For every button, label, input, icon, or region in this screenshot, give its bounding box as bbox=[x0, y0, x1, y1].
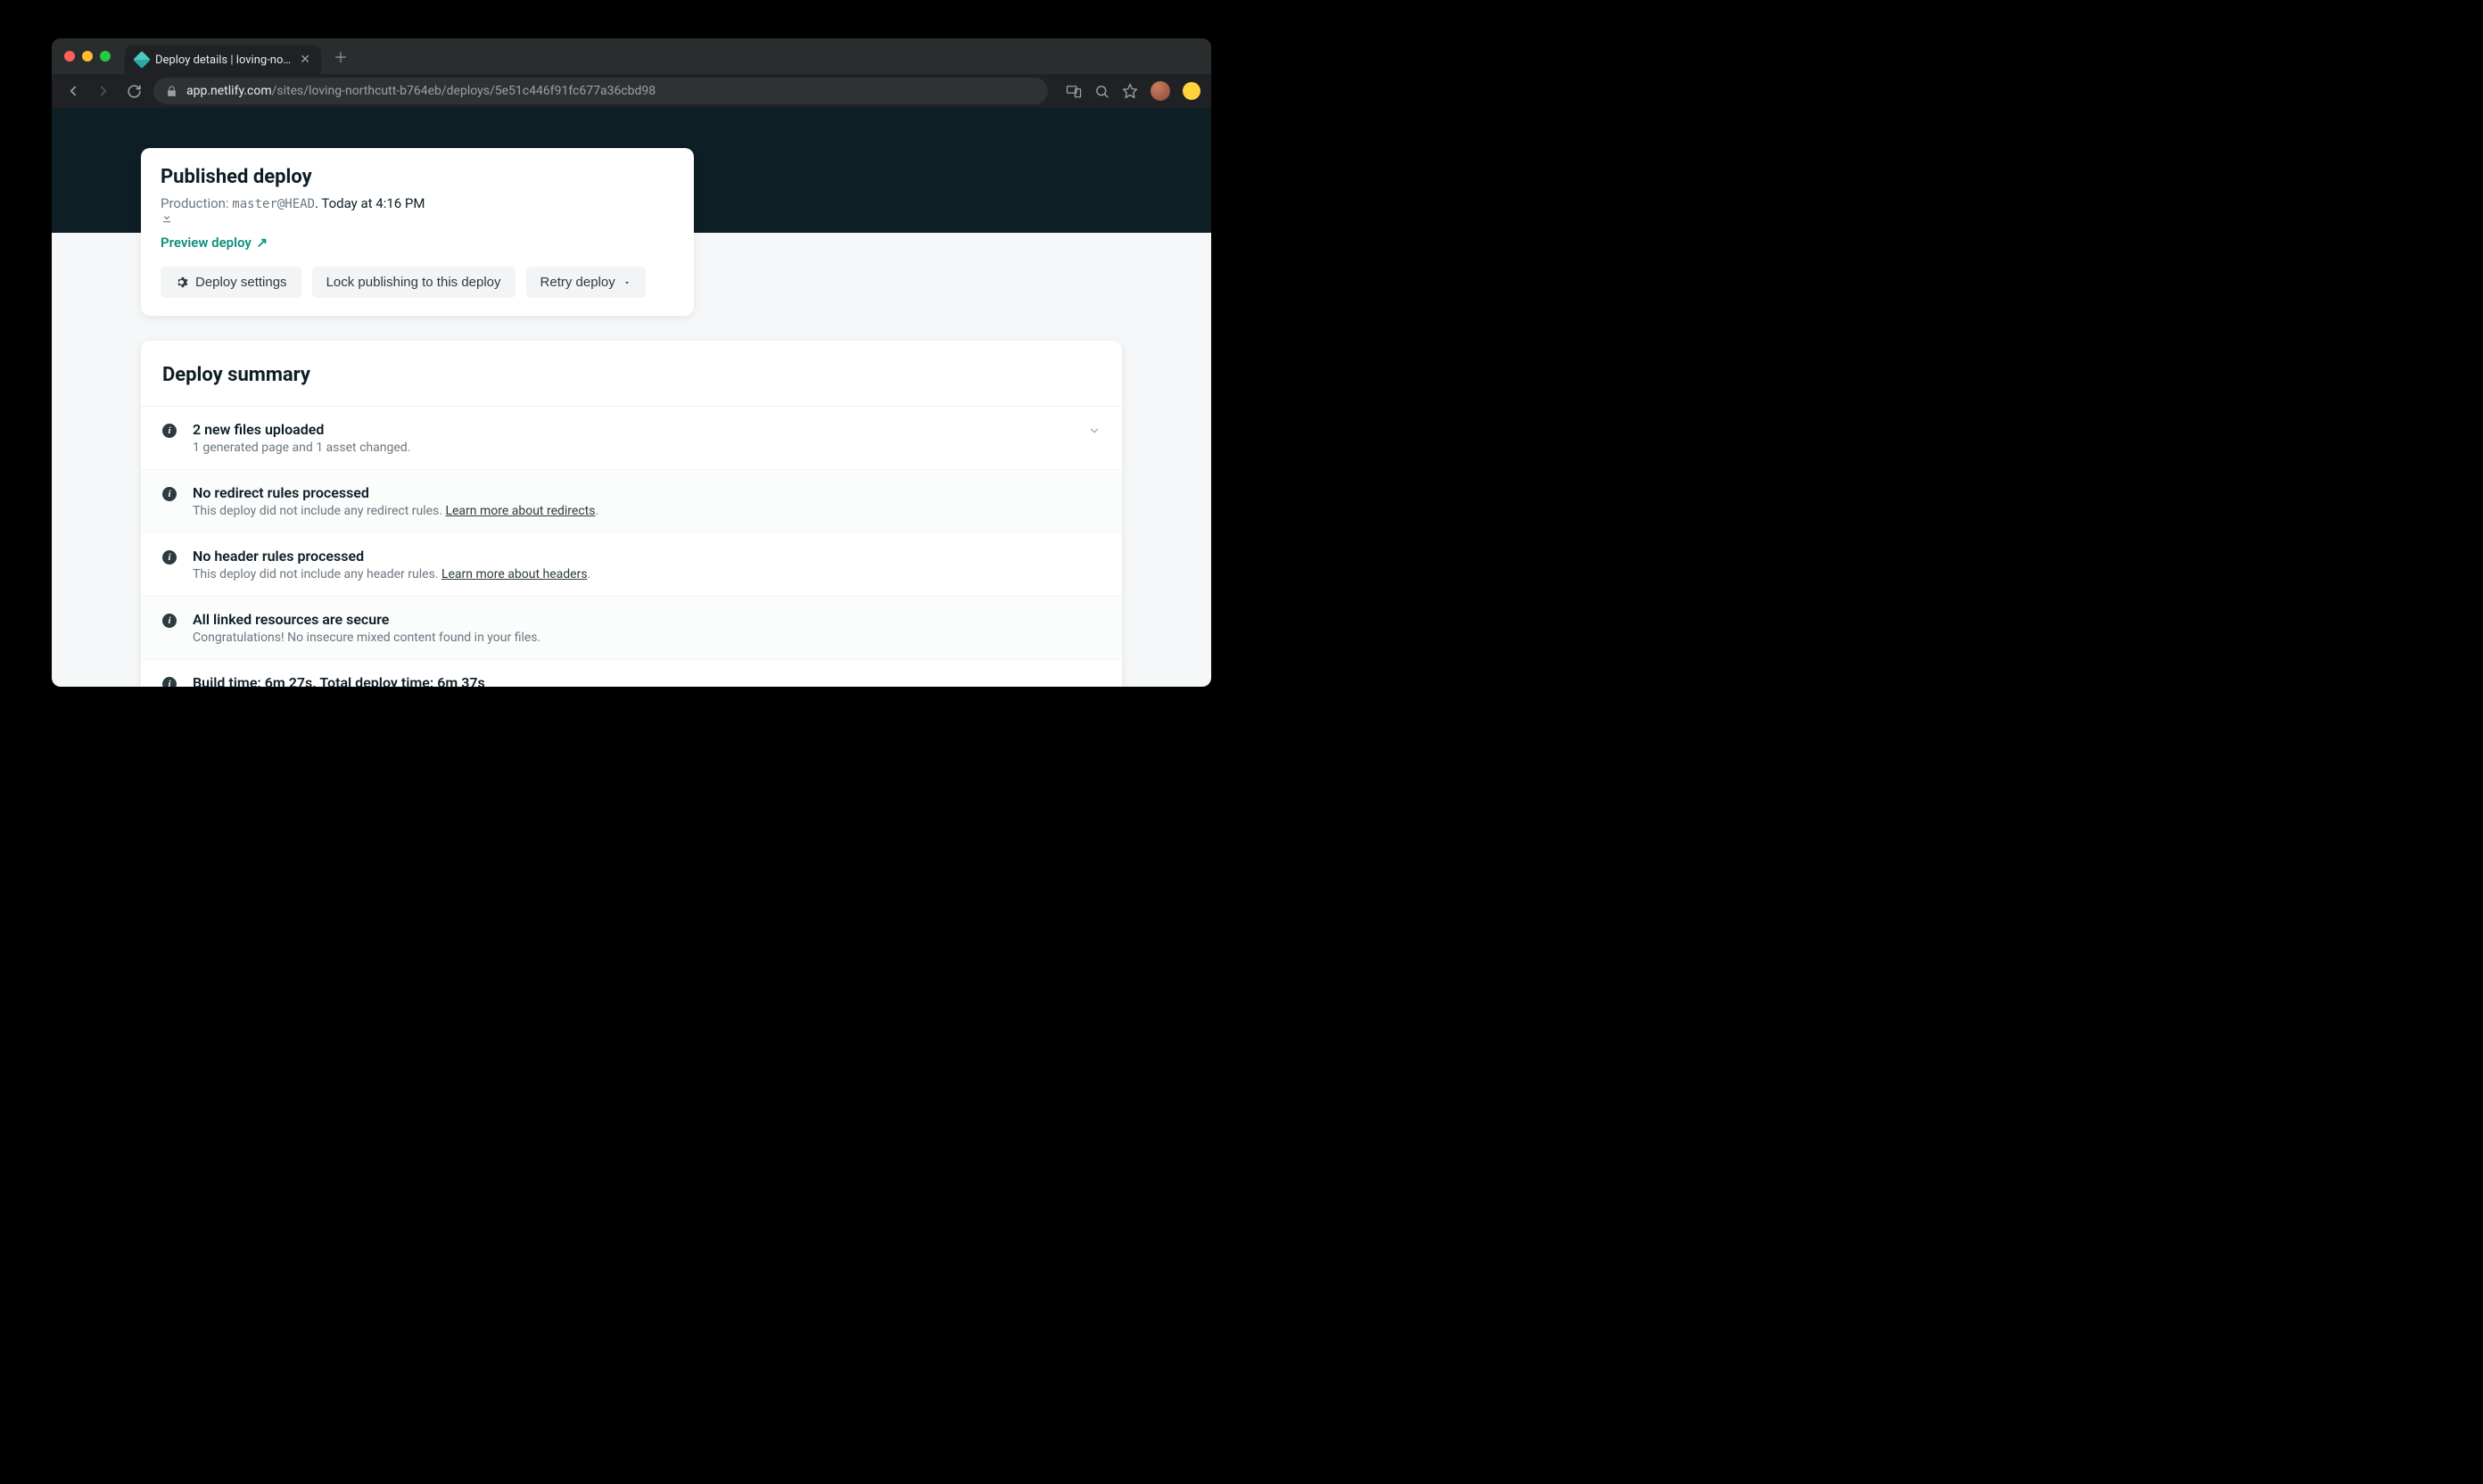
summary-item-desc: This deploy did not include any header r… bbox=[193, 567, 1101, 581]
new-tab-button[interactable]: ＋ bbox=[334, 45, 348, 67]
env-label: Production: bbox=[161, 195, 229, 211]
deploy-settings-button[interactable]: Deploy settings bbox=[161, 267, 301, 298]
titlebar: Deploy details | loving-northcu ✕ ＋ bbox=[52, 38, 1211, 74]
gear-icon bbox=[175, 276, 188, 289]
forward-button[interactable] bbox=[93, 80, 114, 102]
lock-publishing-button[interactable]: Lock publishing to this deploy bbox=[312, 267, 516, 298]
summary-item-secure: i All linked resources are secure Congra… bbox=[141, 597, 1122, 660]
back-button[interactable] bbox=[62, 80, 84, 102]
lock-icon bbox=[166, 86, 177, 97]
summary-item-desc: 1 generated page and 1 asset changed. bbox=[193, 441, 1072, 455]
deploy-actions: Deploy settings Lock publishing to this … bbox=[161, 267, 674, 298]
address-bar[interactable]: app.netlify.com/sites/loving-northcutt-b… bbox=[153, 78, 1048, 104]
search-icon[interactable] bbox=[1094, 84, 1110, 99]
minimize-window-button[interactable] bbox=[82, 51, 93, 62]
profile-avatar[interactable] bbox=[1151, 81, 1170, 101]
bookmark-star-icon[interactable] bbox=[1122, 83, 1138, 99]
info-icon: i bbox=[162, 614, 177, 628]
retry-deploy-button[interactable]: Retry deploy bbox=[526, 267, 646, 298]
window-controls bbox=[64, 51, 111, 62]
learn-more-headers-link[interactable]: Learn more about headers bbox=[441, 567, 588, 581]
deploy-time: . Today at 4:16 PM bbox=[315, 195, 425, 211]
deploy-status-card: Published deploy Production: master@HEAD… bbox=[141, 148, 694, 316]
browser-window: Deploy details | loving-northcu ✕ ＋ app.… bbox=[52, 38, 1211, 687]
close-tab-button[interactable]: ✕ bbox=[300, 53, 310, 67]
info-icon: i bbox=[162, 550, 177, 565]
netlify-favicon-icon bbox=[133, 51, 151, 69]
summary-item-title: Build time: 6m 27s. Total deploy time: 6… bbox=[193, 674, 1101, 687]
external-arrow-icon: ↗ bbox=[253, 235, 268, 251]
download-icon[interactable] bbox=[161, 211, 674, 224]
summary-item-title: All linked resources are secure bbox=[193, 611, 1101, 628]
summary-item-desc: Congratulations! No insecure mixed conte… bbox=[193, 631, 1101, 645]
summary-item-files[interactable]: i 2 new files uploaded 1 generated page … bbox=[141, 407, 1122, 470]
deploy-meta: Production: master@HEAD. Today at 4:16 P… bbox=[161, 195, 674, 224]
summary-title: Deploy summary bbox=[141, 364, 1122, 407]
info-icon: i bbox=[162, 424, 177, 438]
summary-item-desc: This deploy did not include any redirect… bbox=[193, 504, 1101, 518]
summary-item-title: No redirect rules processed bbox=[193, 484, 1101, 501]
learn-more-redirects-link[interactable]: Learn more about redirects bbox=[445, 504, 595, 518]
close-window-button[interactable] bbox=[64, 51, 75, 62]
caret-down-icon bbox=[623, 278, 631, 287]
summary-item-buildtime: i Build time: 6m 27s. Total deploy time:… bbox=[141, 660, 1122, 687]
devices-icon[interactable] bbox=[1066, 83, 1082, 99]
browser-tab[interactable]: Deploy details | loving-northcu ✕ bbox=[125, 45, 321, 74]
branch-ref: master@HEAD bbox=[232, 197, 315, 211]
summary-item-redirects: i No redirect rules processed This deplo… bbox=[141, 470, 1122, 533]
summary-item-headers: i No header rules processed This deploy … bbox=[141, 533, 1122, 597]
page-content: Published deploy Production: master@HEAD… bbox=[52, 108, 1211, 687]
chevron-down-icon[interactable] bbox=[1088, 425, 1101, 437]
summary-item-title: 2 new files uploaded bbox=[193, 421, 1072, 438]
maximize-window-button[interactable] bbox=[100, 51, 111, 62]
info-icon: i bbox=[162, 487, 177, 501]
url-text: app.netlify.com/sites/loving-northcutt-b… bbox=[186, 84, 656, 98]
deploy-summary-card: Deploy summary i 2 new files uploaded 1 … bbox=[141, 341, 1122, 687]
info-icon: i bbox=[162, 677, 177, 687]
browser-toolbar: app.netlify.com/sites/loving-northcutt-b… bbox=[52, 74, 1211, 108]
preview-deploy-link[interactable]: Preview deploy ↗ bbox=[161, 235, 268, 251]
deploy-title: Published deploy bbox=[161, 166, 674, 188]
toolbar-right bbox=[1066, 81, 1200, 101]
reload-button[interactable] bbox=[123, 80, 144, 102]
extension-icon[interactable] bbox=[1183, 82, 1200, 100]
tab-title: Deploy details | loving-northcu bbox=[155, 54, 293, 67]
summary-item-title: No header rules processed bbox=[193, 548, 1101, 565]
